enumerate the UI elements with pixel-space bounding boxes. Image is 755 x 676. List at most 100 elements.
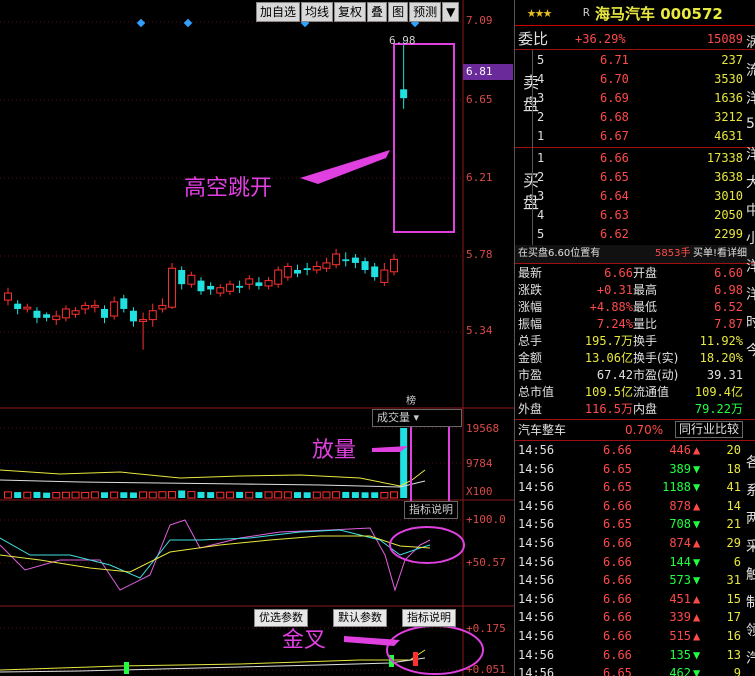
tick-row[interactable]: 14:56 6.65 462 ▼ 9 (515, 664, 755, 676)
sell-order-row[interactable]: 5 6.71 237 (515, 51, 755, 69)
buy-order-row[interactable]: 4 6.63 2050 (515, 206, 755, 224)
volume-bar (139, 491, 148, 499)
tick-row[interactable]: 14:56 6.66 144 ▼ 6 (515, 553, 755, 571)
candle-body (139, 319, 148, 322)
moving-average-button[interactable]: 均线 (301, 2, 334, 22)
stat-value: 67.42 (596, 368, 633, 382)
stat-label: 换手(实) (633, 351, 679, 365)
volume-bar (245, 491, 254, 499)
tick-price: 6.66 (603, 554, 632, 569)
tick-row[interactable]: 14:56 6.66 339 ▲ 17 (515, 608, 755, 626)
adjust-price-button[interactable]: 复权 (334, 2, 367, 22)
tick-row[interactable]: 14:56 6.65 389 ▼ 18 (515, 460, 755, 478)
volume-indicator-select[interactable]: 成交量 ▾ (372, 409, 462, 427)
macd-line (0, 649, 426, 671)
candle-body (178, 270, 186, 285)
candle-body (33, 310, 41, 318)
toolbar-dropdown-button[interactable]: ▼ (442, 2, 460, 22)
tick-row[interactable]: 14:56 6.66 135 ▼ 13 (515, 646, 755, 664)
buy-order-row[interactable]: 2 6.65 3638 (515, 168, 755, 186)
overlay-button[interactable]: 叠 (367, 2, 388, 22)
tick-volume: 446 (669, 443, 691, 457)
tick-row[interactable]: 14:56 6.66 451 ▲ 15 (515, 590, 755, 608)
candle-body (187, 274, 196, 285)
gap-up-annotation: 高空跳开 (184, 176, 273, 201)
buy-order-row[interactable]: 3 6.64 3010 (515, 187, 755, 205)
tick-row[interactable]: 14:56 6.66 446 ▲ 20 (515, 441, 755, 459)
stat-label: 流通值 (633, 385, 670, 399)
tick-price: 6.65 (603, 461, 632, 476)
order-price: 6.71 (600, 53, 629, 67)
volume-bar (101, 492, 108, 498)
stock-name-code[interactable]: 海马汽车 000572 (595, 3, 723, 24)
order-price: 6.67 (600, 129, 629, 143)
sector-name[interactable]: 汽车整车 (518, 421, 566, 439)
clipped-edge-char: 领 (746, 623, 755, 639)
stat-row: 总手 195.7万 换手 11.92% (515, 333, 755, 350)
sell-order-row[interactable]: 3 6.69 1636 (515, 89, 755, 107)
chart-button[interactable]: 图 (388, 2, 409, 22)
sector-row: 汽车整车 0.70% 同行业比较 (515, 421, 755, 439)
stat-value: 109.5亿 (584, 385, 633, 399)
tick-time: 14:56 (518, 647, 555, 662)
order-volume: 3638 (714, 170, 743, 184)
kline-chart-panel[interactable]: 加自选 均线 复权 叠 图 预测 ▼ 7.09 6.65 6.21 5.78 5… (0, 0, 514, 676)
tick-row[interactable]: 14:56 6.66 874 ▲ 29 (515, 534, 755, 552)
order-price: 6.62 (600, 227, 629, 241)
arrow-up-icon: ▲ (693, 629, 701, 643)
indicator-help-button[interactable]: 指标说明 (404, 501, 458, 519)
hold-order-row[interactable]: 在买盘6.60位置有 5853手 买单!看详细 (515, 245, 755, 263)
clipped-edge-char: 两 (746, 511, 755, 527)
buy-order-row[interactable]: 5 6.62 2299 (515, 225, 755, 243)
clipped-edge-char: 洋 (746, 91, 755, 107)
candle-body (120, 298, 128, 309)
tick-count: 29 (726, 536, 741, 550)
hold-order-action[interactable]: 买单!看详细 (693, 245, 747, 263)
peer-compare-button[interactable]: 同行业比较 (675, 421, 744, 438)
tick-time: 14:56 (518, 591, 555, 606)
volume-highlight-box (410, 415, 450, 505)
sell-order-row[interactable]: 1 6.67 4631 (515, 127, 755, 145)
tick-row[interactable]: 14:56 6.65 1188 ▼ 41 (515, 478, 755, 496)
sell-order-row[interactable]: 4 6.70 3530 (515, 70, 755, 88)
indicator-help-button-2[interactable]: 指标说明 (402, 609, 456, 627)
stat-label: 最高 (633, 283, 658, 297)
order-price: 6.70 (600, 72, 629, 86)
optimal-params-button[interactable]: 优选参数 (254, 609, 308, 627)
tick-time: 14:56 (518, 610, 555, 625)
stat-label: 内盘 (633, 402, 658, 416)
candle-body (52, 315, 61, 321)
tick-row[interactable]: 14:56 6.66 515 ▲ 16 (515, 627, 755, 645)
sell-order-row[interactable]: 2 6.68 3212 (515, 108, 755, 126)
stat-row: 涨幅 +4.88% 最低 6.52 (515, 299, 755, 316)
buy-order-row[interactable]: 1 6.66 17338 (515, 149, 755, 167)
candle-body (168, 267, 177, 308)
tick-time: 14:56 (518, 666, 555, 676)
kline-chart-svg[interactable] (0, 0, 514, 676)
weibi-row: 委比 +36.29% 15089 (515, 30, 755, 48)
tick-row[interactable]: 14:56 6.65 708 ▼ 21 (515, 515, 755, 533)
arrow-down-icon: ▼ (693, 554, 701, 569)
tick-price: 6.65 (603, 480, 632, 495)
tick-price: 6.66 (603, 629, 632, 643)
add-favorite-button[interactable]: 加自选 (256, 2, 301, 22)
order-level: 1 (537, 129, 545, 143)
candle-body (148, 310, 157, 321)
candle-body (14, 303, 22, 309)
tick-time: 14:56 (518, 517, 555, 532)
forecast-button[interactable]: 预测 (409, 2, 442, 22)
tick-row[interactable]: 14:56 6.66 573 ▼ 31 (515, 571, 755, 589)
tick-volume: 1188 (662, 480, 691, 495)
candle-body (283, 265, 292, 278)
stat-value: 7.87 (714, 317, 743, 331)
volume-bar (274, 491, 283, 499)
arrow-down-icon: ▼ (693, 480, 701, 495)
volume-bar (400, 428, 408, 498)
rank-badge[interactable]: 榜 (406, 392, 416, 407)
stat-row: 金额 13.06亿 换手(实) 18.20% (515, 350, 755, 367)
stat-value: 7.24% (596, 317, 633, 331)
tick-row[interactable]: 14:56 6.66 878 ▲ 14 (515, 497, 755, 515)
tick-count: 20 (726, 443, 741, 457)
default-params-button[interactable]: 默认参数 (333, 609, 387, 627)
candle-body (245, 278, 254, 285)
